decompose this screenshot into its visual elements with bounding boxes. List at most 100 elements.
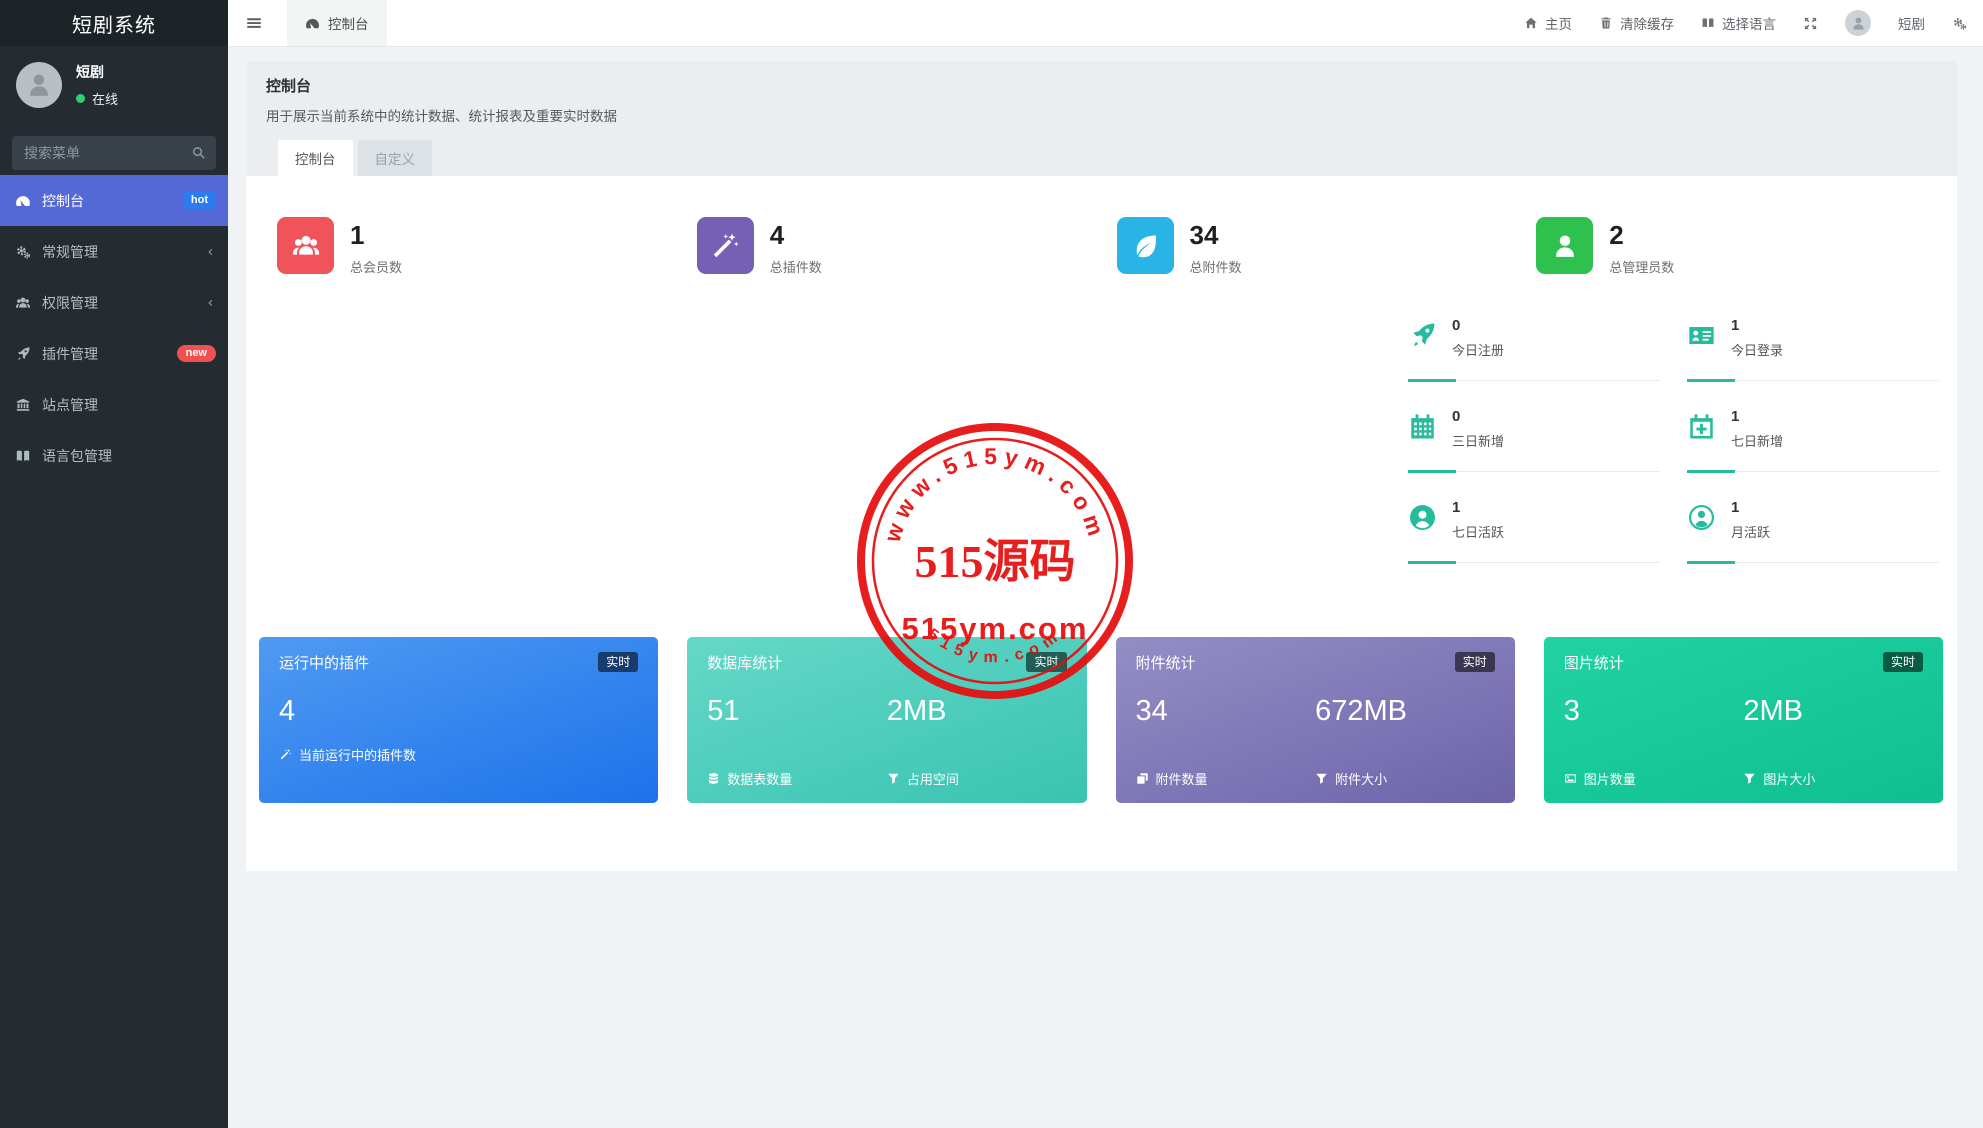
sidebar-item-label: 控制台: [42, 191, 183, 211]
card-value: 672MB: [1315, 697, 1495, 726]
stat-total-attachments: 34 总附件数: [1102, 217, 1522, 276]
rocket-icon: [1408, 321, 1437, 350]
user-silhouette-icon: [24, 70, 54, 100]
sidebar-item-addon[interactable]: 插件管理 new: [0, 328, 228, 379]
stat-label: 总管理员数: [1609, 257, 1674, 276]
card-attachment-stats: 附件统计 实时 34 672MB 附件数量 附: [1116, 637, 1515, 803]
mini-stat-label: 月活跃: [1731, 522, 1939, 541]
magic-wand-icon: [697, 217, 754, 274]
user-avatar: [16, 62, 62, 108]
dashboard-icon: [15, 193, 39, 209]
card-value: 2MB: [1743, 697, 1923, 726]
card-caption: 附件数量: [1136, 769, 1316, 788]
stat-value: 4: [770, 217, 822, 248]
filter-icon: [1315, 772, 1328, 785]
clear-cache-label: 清除缓存: [1620, 13, 1674, 33]
navbar-avatar[interactable]: [1845, 10, 1871, 36]
sidebar-toggle-button[interactable]: [228, 0, 280, 46]
mini-stat-value: 0: [1452, 407, 1660, 424]
sidebar-item-label: 插件管理: [42, 344, 177, 364]
gears-icon: [15, 244, 39, 260]
image-icon: [1564, 772, 1577, 785]
sidebar-menu: 控制台 hot 常规管理 权限管理 插件管理 new 站点管理 语言包管理: [0, 175, 228, 481]
mini-stat-value: 1: [1731, 407, 1939, 424]
page-title: 控制台: [266, 75, 1937, 96]
stat-total-addons: 4 总插件数: [682, 217, 1102, 276]
sidebar-search: [12, 136, 216, 170]
mini-stat-new-3day: 0 三日新增: [1408, 407, 1660, 498]
card-value: 34: [1136, 697, 1316, 726]
nav-tab-label: 控制台: [328, 13, 369, 33]
sidebar: 短剧系统 短剧 在线 控制台 hot 常规管理 权限管理: [0, 0, 228, 1128]
sidebar-item-label: 语言包管理: [42, 446, 216, 466]
stat-total-admins: 2 总管理员数: [1521, 217, 1941, 276]
sidebar-item-auth[interactable]: 权限管理: [0, 277, 228, 328]
card-title: 运行中的插件: [279, 652, 369, 673]
new-badge: new: [177, 345, 216, 362]
card-running-addons: 运行中的插件 实时 4 当前运行中的插件数: [259, 637, 658, 803]
navbar-username[interactable]: 短剧: [1898, 13, 1925, 33]
sidebar-item-language-pack[interactable]: 语言包管理: [0, 430, 228, 481]
user-status: 在线: [76, 89, 118, 108]
user-status-label: 在线: [92, 89, 118, 108]
leaf-icon: [1117, 217, 1174, 274]
top-navbar: 控制台 主页 清除缓存 选择语言 短剧: [228, 0, 1983, 47]
copy-icon: [1136, 772, 1149, 785]
card-value: 51: [707, 697, 887, 726]
trash-icon: [1599, 16, 1613, 30]
card-caption-label: 附件大小: [1335, 769, 1387, 788]
mini-stat-underline: [1408, 562, 1660, 563]
sidebar-item-site[interactable]: 站点管理: [0, 379, 228, 430]
mini-stat-underline: [1687, 380, 1939, 381]
tab-custom[interactable]: 自定义: [358, 140, 433, 176]
realtime-badge: 实时: [1026, 652, 1066, 672]
mini-stat-value: 0: [1452, 316, 1660, 333]
mini-stat-active-7day: 1 七日活跃: [1408, 498, 1660, 589]
filter-icon: [1743, 772, 1756, 785]
sidebar-user-panel: 短剧 在线: [0, 46, 228, 122]
card-caption-label: 附件数量: [1156, 769, 1208, 788]
search-icon[interactable]: [191, 145, 206, 160]
mini-stat-underline: [1687, 471, 1939, 472]
tab-console[interactable]: 控制台: [278, 140, 353, 176]
sidebar-item-label: 常规管理: [42, 242, 204, 262]
card-value: 4: [279, 697, 638, 726]
mini-stat-value: 1: [1731, 498, 1939, 515]
card-caption-label: 占用空间: [907, 769, 959, 788]
card-value: 2MB: [887, 697, 1067, 726]
select-language-link[interactable]: 选择语言: [1701, 13, 1776, 33]
mini-stat-label: 七日新增: [1731, 431, 1939, 450]
nav-tab-console[interactable]: 控制台: [287, 0, 387, 46]
brand-title: 短剧系统: [0, 0, 228, 46]
sidebar-item-console[interactable]: 控制台 hot: [0, 175, 228, 226]
realtime-badge: 实时: [598, 652, 638, 672]
search-input[interactable]: [12, 136, 216, 170]
user-icon: [1536, 217, 1593, 274]
mini-stat-label: 三日新增: [1452, 431, 1660, 450]
card-caption: 占用空间: [887, 769, 1067, 788]
rocket-icon: [15, 346, 39, 362]
home-link[interactable]: 主页: [1524, 13, 1572, 33]
magic-wand-icon: [279, 748, 292, 761]
calendar-icon: [1408, 412, 1437, 441]
page-subtitle: 用于展示当前系统中的统计数据、统计报表及重要实时数据: [266, 105, 1937, 125]
sidebar-item-general[interactable]: 常规管理: [0, 226, 228, 277]
users-icon: [277, 217, 334, 274]
dashboard-icon: [305, 16, 320, 31]
card-caption-label: 图片大小: [1763, 769, 1815, 788]
hot-badge: hot: [183, 192, 216, 209]
id-card-icon: [1687, 321, 1716, 350]
language-icon: [15, 448, 39, 464]
user-circle-icon: [1408, 503, 1437, 532]
language-icon: [1701, 16, 1715, 30]
card-value: 3: [1564, 697, 1744, 726]
mini-stat-label: 今日登录: [1731, 340, 1939, 359]
settings-gears-icon[interactable]: [1952, 16, 1967, 31]
clear-cache-link[interactable]: 清除缓存: [1599, 13, 1674, 33]
fullscreen-icon[interactable]: [1803, 16, 1818, 31]
users-icon: [15, 295, 39, 311]
calendar-plus-icon: [1687, 412, 1716, 441]
stat-value: 34: [1190, 217, 1242, 248]
database-icon: [707, 772, 720, 785]
card-caption: 图片大小: [1743, 769, 1923, 788]
